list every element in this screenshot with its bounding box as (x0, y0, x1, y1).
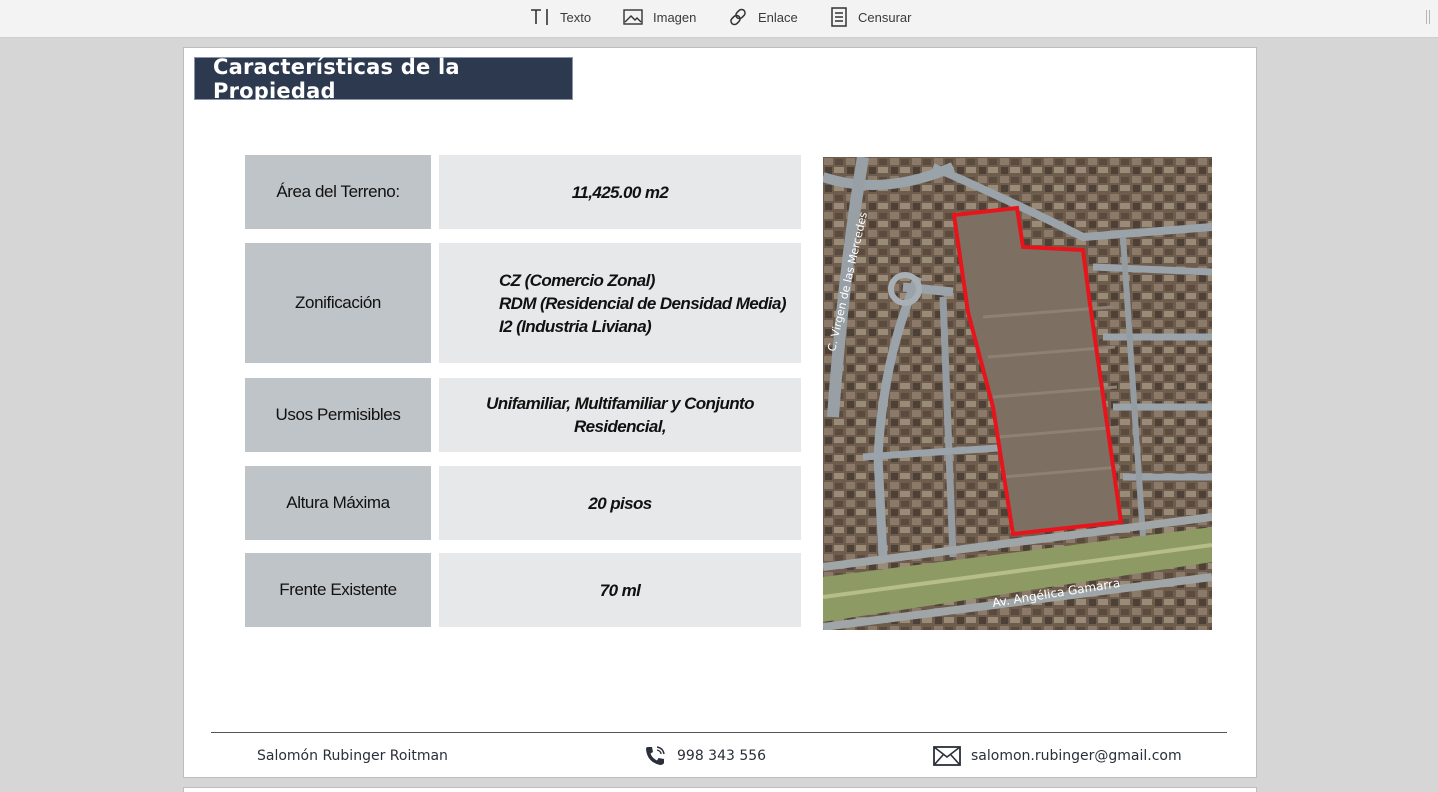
property-value-zoning: CZ (Comercio Zonal) RDM (Residencial de … (439, 243, 801, 363)
redact-icon (831, 7, 847, 27)
zoning-line: I2 (Industria Liviana) (499, 316, 652, 336)
aerial-map-image: C. Virgen de las Mercedes Av. Angélica G… (823, 157, 1212, 630)
property-label-area: Área del Terreno: (245, 155, 431, 229)
property-label-frontage: Frente Existente (245, 553, 431, 627)
slide-page: Características de la Propiedad Área del… (183, 47, 1257, 778)
link-tool-button[interactable]: Enlace (728, 0, 798, 34)
image-tool-button[interactable]: Imagen (623, 0, 696, 34)
footer-divider (211, 732, 1227, 733)
slide-title-box: Características de la Propiedad (194, 54, 573, 103)
aerial-map-graphic: C. Virgen de las Mercedes Av. Angélica G… (823, 157, 1212, 630)
zoning-line: RDM (Residencial de Densidad Media) (499, 293, 787, 313)
property-label-height: Altura Máxima (245, 466, 431, 540)
image-icon (623, 9, 643, 25)
redact-tool-button[interactable]: Censurar (830, 0, 911, 34)
zoning-line: CZ (Comercio Zonal) (499, 270, 655, 290)
property-value-area: 11,425.00 m2 (439, 155, 801, 229)
text-tool-button[interactable]: Texto (530, 0, 591, 34)
link-icon (730, 8, 746, 26)
footer-phone: 998 343 556 (643, 744, 766, 768)
next-slide-page-edge (183, 787, 1257, 792)
phone-icon (646, 746, 665, 765)
link-tool-label: Enlace (758, 9, 798, 25)
property-value-uses: Unifamiliar, Multifamiliar y Conjunto Re… (439, 378, 801, 452)
image-tool-label: Imagen (653, 9, 697, 25)
contact-name: Salomón Rubinger Roitman (257, 748, 448, 764)
property-value-height: 20 pisos (439, 466, 801, 540)
text-tool-label: Texto (560, 9, 592, 25)
redact-tool-label: Censurar (858, 9, 912, 25)
property-value-frontage: 70 ml (439, 553, 801, 627)
slide-title: Características de la Propiedad (213, 54, 460, 103)
top-toolbar: Texto Imagen Enlace Censurar (0, 0, 1438, 38)
envelope-icon (933, 746, 961, 766)
footer-name: Salomón Rubinger Roitman (257, 744, 448, 768)
toolbar-resize-grip[interactable] (1426, 10, 1430, 24)
property-label-zoning: Zonificación (245, 243, 431, 363)
text-icon (531, 9, 548, 25)
footer-email: salomon.rubinger@gmail.com (933, 744, 1182, 768)
contact-phone: 998 343 556 (677, 748, 767, 764)
contact-email: salomon.rubinger@gmail.com (971, 748, 1182, 764)
property-label-uses: Usos Permisibles (245, 378, 431, 452)
